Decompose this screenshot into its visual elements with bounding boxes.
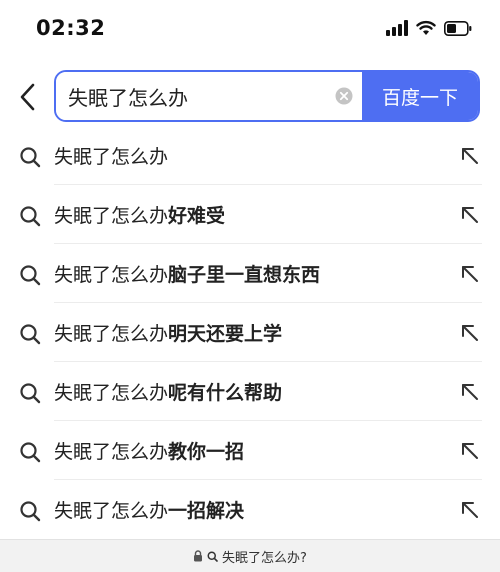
fill-arrow-icon[interactable] [460,441,480,461]
search-icon [20,383,41,404]
suggestion-item[interactable]: 失眠了怎么办脑子里一直想东西 [0,244,500,303]
search-icon [20,265,41,286]
back-button[interactable] [12,80,42,114]
back-arrow-icon [20,83,35,111]
suggestion-suffix: 脑子里一直想东西 [168,264,321,286]
search-row: 百度一下 [0,70,500,124]
suggestion-text: 失眠了怎么办一招解决 [54,496,244,523]
battery-icon [444,20,472,36]
address-bar[interactable]: 失眠了怎么办? [0,539,500,572]
wifi-icon [416,20,436,35]
signal-icon [386,20,408,36]
search-icon [20,324,41,345]
suggestion-prefix: 失眠了怎么办 [54,500,169,522]
suggestion-text: 失眠了怎么办明天还要上学 [54,319,282,346]
fill-arrow-icon[interactable] [460,382,480,402]
search-icon [20,442,41,463]
fill-arrow-icon[interactable] [460,205,480,225]
fill-arrow-icon[interactable] [460,264,480,284]
suggestion-item[interactable]: 失眠了怎么办一招解决 [0,480,500,539]
fill-arrow-icon[interactable] [460,323,480,343]
status-time: 02:32 [36,16,106,40]
search-icon [20,206,41,227]
status-bar: 02:32 [0,0,500,58]
clear-icon [335,87,353,105]
search-input[interactable] [56,72,326,120]
suggestion-text: 失眠了怎么办呢有什么帮助 [54,378,282,405]
suggestion-suffix: 好难受 [168,205,226,227]
clear-button[interactable] [326,72,362,120]
suggestion-item[interactable]: 失眠了怎么办 [0,126,500,185]
suggestion-text: 失眠了怎么办脑子里一直想东西 [54,260,320,287]
suggestion-text: 失眠了怎么办 [54,142,168,169]
search-icon [20,147,41,168]
fill-arrow-icon[interactable] [460,146,480,166]
suggestion-suffix: 呢有什么帮助 [168,382,283,404]
fill-arrow-icon[interactable] [460,500,480,520]
suggestion-prefix: 失眠了怎么办 [54,323,169,345]
suggestion-suffix: 明天还要上学 [168,323,283,345]
search-icon [20,501,41,522]
suggestion-prefix: 失眠了怎么办 [54,441,169,463]
suggestion-item[interactable]: 失眠了怎么办明天还要上学 [0,303,500,362]
search-submit-button[interactable]: 百度一下 [362,72,478,120]
suggestion-list: 失眠了怎么办 失眠了怎么办好难受 失眠了怎么办脑子里一直想东西 失眠了怎么办明天… [0,126,500,539]
suggestion-text: 失眠了怎么办好难受 [54,201,225,228]
suggestion-prefix: 失眠了怎么办 [54,264,169,286]
suggestion-prefix: 失眠了怎么办 [54,146,169,168]
suggestion-item[interactable]: 失眠了怎么办好难受 [0,185,500,244]
lock-icon [194,550,203,562]
suggestion-item[interactable]: 失眠了怎么办呢有什么帮助 [0,362,500,421]
suggestion-text: 失眠了怎么办教你一招 [54,437,244,464]
suggestion-suffix: 教你一招 [168,441,245,463]
search-box: 百度一下 [54,70,480,122]
address-text: 失眠了怎么办? [222,550,307,566]
suggestion-item[interactable]: 失眠了怎么办教你一招 [0,421,500,480]
suggestion-suffix: 一招解决 [168,500,245,522]
suggestion-prefix: 失眠了怎么办 [54,205,169,227]
status-icons [386,20,472,36]
suggestion-prefix: 失眠了怎么办 [54,382,169,404]
search-icon [207,551,218,562]
